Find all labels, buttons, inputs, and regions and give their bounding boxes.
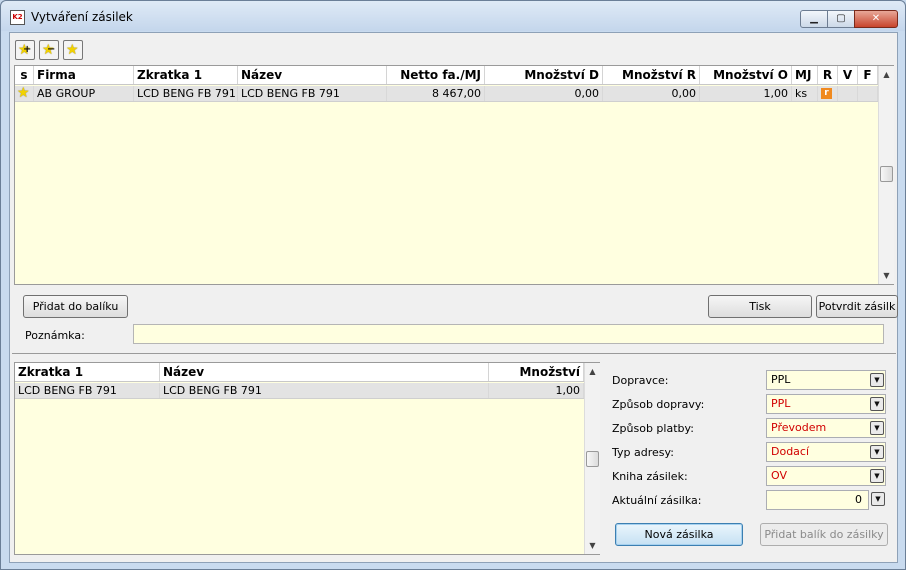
cell-f[interactable] [858,86,878,101]
cell-zkratka: LCD BENG FB 791 [134,86,238,101]
address-type-label: Typ adresy: [612,446,674,459]
chevron-down-icon[interactable]: ▼ [870,397,884,411]
cell-mj: ks [792,86,818,101]
package-grid-header: Zkratka 1 Název Množství [15,363,584,382]
current-shipment-field[interactable]: 0 [766,490,869,510]
cell-mnozstvi-r: 0,00 [603,86,700,101]
current-shipment-value: 0 [855,493,862,506]
app-logo-icon: K2 [10,10,25,25]
payment-method-select[interactable]: Převodem ▼ [766,418,886,438]
star-icon: ★ [17,86,30,101]
col-r[interactable]: R [818,66,838,84]
cell-mnozstvi: 1,00 [489,383,584,398]
r-badge: r [821,88,832,99]
package-grid: Zkratka 1 Název Množství LCD BENG FB 791… [14,362,600,555]
note-input[interactable] [133,324,884,344]
window-title: Vytváření zásilek [31,10,133,24]
scroll-down-icon[interactable]: ▼ [879,268,894,283]
cell-v[interactable] [838,86,858,101]
chevron-down-icon[interactable]: ▼ [870,421,884,435]
chevron-down-icon[interactable]: ▼ [871,492,885,506]
col-firma[interactable]: Firma [34,66,134,84]
col-nazev[interactable]: Název [238,66,387,84]
items-scrollbar[interactable]: ▲ ▼ [878,66,894,284]
col-zkratka[interactable]: Zkratka 1 [15,363,160,381]
close-icon: ✕ [871,13,881,24]
transport-method-value: PPL [771,397,791,410]
note-label: Poznámka: [25,329,85,342]
col-nazev[interactable]: Název [160,363,489,381]
remove-star-button[interactable]: ★ − [39,40,59,60]
items-grid: s Firma Zkratka 1 Název Netto fa./MJ Mno… [14,65,894,285]
row-star-cell: ★ [15,86,34,101]
items-grid-header: s Firma Zkratka 1 Název Netto fa./MJ Mno… [15,66,878,85]
cell-mnozstvi-d: 0,00 [485,86,603,101]
client-area: ★ + ★ − ★ s Firma Zkratka 1 Název Netto … [9,32,898,563]
cell-netto: 8 467,00 [387,86,485,101]
add-package-to-shipment-button[interactable]: Přidat balík do zásilky [760,523,888,546]
scroll-down-icon[interactable]: ▼ [585,538,600,553]
maximize-button[interactable]: ▢ [827,10,855,28]
col-mnozstvi-d[interactable]: Množství D [485,66,603,84]
cell-mnozstvi-o: 1,00 [700,86,792,101]
chevron-down-icon[interactable]: ▼ [870,445,884,459]
table-row[interactable]: LCD BENG FB 791 LCD BENG FB 791 1,00 [15,383,584,399]
col-zkratka[interactable]: Zkratka 1 [134,66,238,84]
col-s[interactable]: s [15,66,34,84]
col-mnozstvi[interactable]: Množství [489,363,584,381]
shipment-book-label: Kniha zásilek: [612,470,688,483]
transport-method-select[interactable]: PPL ▼ [766,394,886,414]
address-type-value: Dodací [771,445,810,458]
chevron-down-icon[interactable]: ▼ [870,469,884,483]
payment-method-label: Způsob platby: [612,422,694,435]
chevron-down-icon[interactable]: ▼ [870,373,884,387]
scroll-thumb[interactable] [586,451,599,467]
print-button[interactable]: Tisk [708,295,812,318]
address-type-select[interactable]: Dodací ▼ [766,442,886,462]
cell-zkratka: LCD BENG FB 791 [15,383,160,398]
close-button[interactable]: ✕ [854,10,898,28]
cell-nazev: LCD BENG FB 791 [160,383,489,398]
add-star-button[interactable]: ★ + [15,40,35,60]
maximize-icon: ▢ [836,13,846,24]
star-button[interactable]: ★ [63,40,83,60]
star-icon: ★ [66,42,79,58]
shipment-book-value: OV [771,469,787,482]
table-row[interactable]: ★ AB GROUP LCD BENG FB 791 LCD BENG FB 7… [15,86,878,102]
divider [12,353,896,354]
transport-method-label: Způsob dopravy: [612,398,705,411]
col-mnozstvi-o[interactable]: Množství O [700,66,792,84]
payment-method-value: Převodem [771,421,827,434]
cell-nazev: LCD BENG FB 791 [238,86,387,101]
col-v[interactable]: V [838,66,858,84]
add-to-package-button[interactable]: Přidat do balíku [23,295,128,318]
minimize-icon: ▁ [810,13,818,24]
confirm-shipment-button[interactable]: Potvrdit zásilk [816,295,898,318]
package-scrollbar[interactable]: ▲ ▼ [584,363,600,554]
main-window: K2 Vytváření zásilek ▁ ▢ ✕ ★ + ★ − ★ s F… [0,0,906,570]
plus-mark: + [23,44,32,55]
scroll-up-icon[interactable]: ▲ [879,67,894,82]
carrier-label: Dopravce: [612,374,669,387]
cell-r[interactable]: r [818,86,838,101]
scroll-up-icon[interactable]: ▲ [585,364,600,379]
carrier-value: PPL [771,373,791,386]
col-netto[interactable]: Netto fa./MJ [387,66,485,84]
col-mj[interactable]: MJ [792,66,818,84]
carrier-select[interactable]: PPL ▼ [766,370,886,390]
scroll-thumb[interactable] [880,166,893,182]
minus-mark: − [47,44,56,55]
col-f[interactable]: F [858,66,878,84]
new-shipment-button[interactable]: Nová zásilka [615,523,743,546]
minimize-button[interactable]: ▁ [800,10,828,28]
shipment-book-select[interactable]: OV ▼ [766,466,886,486]
title-bar[interactable]: K2 Vytváření zásilek ▁ ▢ ✕ [1,1,905,31]
col-mnozstvi-r[interactable]: Množství R [603,66,700,84]
cell-firma: AB GROUP [34,86,134,101]
current-shipment-label: Aktuální zásilka: [612,494,702,507]
